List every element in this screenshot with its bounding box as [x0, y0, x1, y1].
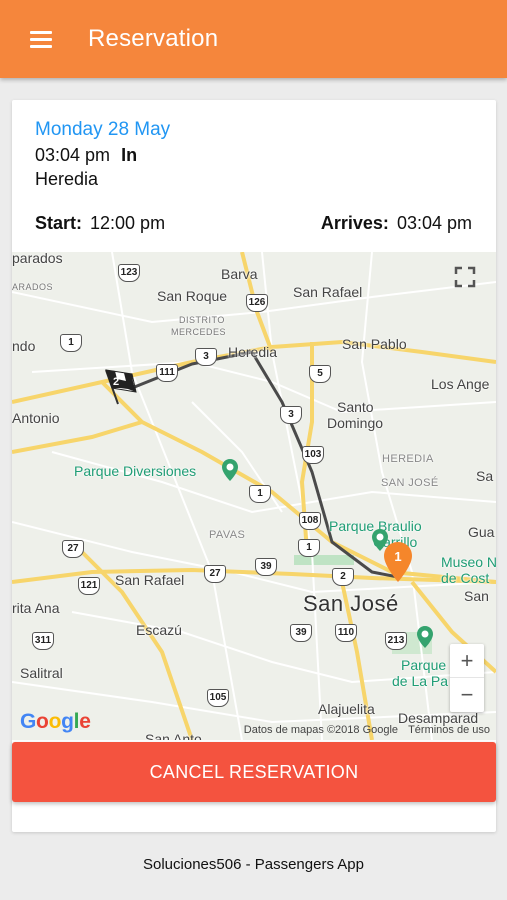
- map-label: HEREDIA: [382, 453, 434, 465]
- map-label: ndo: [12, 338, 36, 354]
- map-credits: Datos de mapas ©2018 Google Términos de u…: [234, 724, 490, 736]
- reservation-time: 03:04 pm: [35, 145, 111, 165]
- map-label: San Anto: [145, 731, 202, 740]
- marker-number: 1: [394, 549, 401, 564]
- map-label: San: [464, 588, 489, 604]
- route-shield: 3: [280, 406, 302, 424]
- arrives-label: Arrives:: [320, 213, 389, 233]
- route-shield: 126: [246, 294, 268, 312]
- route-shield: 121: [78, 577, 100, 595]
- map-label: Parque Diversiones: [74, 463, 197, 479]
- map-label: parados: [12, 252, 63, 266]
- fullscreen-icon[interactable]: [454, 266, 476, 288]
- map-label: Barva: [221, 266, 258, 282]
- route-shield: 311: [32, 632, 54, 650]
- start-label: Start:: [35, 213, 83, 233]
- map-label: Salitral: [20, 665, 63, 681]
- zoom-out-button[interactable]: −: [450, 678, 484, 712]
- map-data-credit: Datos de mapas ©2018 Google: [243, 724, 399, 736]
- route-shield: 108: [299, 512, 321, 530]
- destination-marker-icon[interactable]: 1: [383, 541, 413, 583]
- map-label: San Rafael: [293, 284, 363, 300]
- map-label: SAN JOSÉ: [381, 477, 439, 489]
- zoom-controls: + −: [450, 644, 484, 712]
- map-label: Museo N: [441, 554, 496, 570]
- reservation-date: Monday 28 May: [35, 119, 171, 140]
- page-title: Reservation: [88, 25, 219, 52]
- route-shield: 110: [335, 624, 357, 642]
- map-label: de La Pa: [392, 673, 449, 689]
- footer-text: Soluciones506 - Passengers App: [143, 856, 364, 873]
- route-shield: 39: [290, 624, 312, 642]
- map-label: Escazú: [136, 622, 182, 638]
- route-shield: 1: [249, 485, 271, 503]
- map-label: Antonio: [12, 410, 60, 426]
- route-shield: 2: [332, 568, 354, 586]
- route-shield: 1: [60, 334, 82, 352]
- route-shield: 103: [302, 446, 324, 464]
- arrival-time: 03:04 pm: [396, 213, 472, 233]
- reservation-card: Monday 28 May 03:04 pm In Heredia Start:…: [12, 100, 496, 832]
- route-shield: 123: [118, 264, 140, 282]
- reservation-place: Heredia: [35, 169, 99, 189]
- map-label: Parque: [401, 657, 447, 673]
- reservation-direction: In: [121, 145, 138, 165]
- start-time: 12:00 pm: [90, 213, 166, 233]
- map-label: MERCEDES: [171, 327, 227, 337]
- cancel-reservation-button[interactable]: CANCEL RESERVATION: [12, 742, 496, 802]
- arrival-time-row: Arrives: 03:04 pm: [321, 213, 472, 234]
- route-shield: 111: [156, 364, 178, 382]
- park-pin-icon: [222, 459, 238, 481]
- route-shield: 5: [309, 365, 331, 383]
- map-label: PAVAS: [209, 529, 246, 541]
- google-logo: Google: [20, 710, 91, 733]
- map-label: Gua: [468, 524, 495, 540]
- map-label: San Rafael: [115, 572, 185, 588]
- map-label: Santo: [337, 399, 374, 415]
- route-shield: 27: [62, 540, 84, 558]
- map-label: rita Ana: [12, 600, 60, 616]
- flag-number: 2: [113, 376, 119, 388]
- route-shield: 27: [204, 565, 226, 583]
- route-shield: 39: [255, 558, 277, 576]
- map-label: DISTRITO: [179, 315, 225, 325]
- map-label: Alajuelita: [318, 701, 375, 717]
- start-flag-icon[interactable]: 2: [98, 366, 138, 406]
- route-shield: 1: [298, 539, 320, 557]
- zoom-in-button[interactable]: +: [450, 644, 484, 678]
- map-label: Los Ange: [431, 376, 490, 392]
- start-time-row: Start: 12:00 pm: [35, 213, 165, 234]
- route-shield: 105: [207, 689, 229, 707]
- route-map[interactable]: parados ARADOS Barva San Roque San Rafae…: [12, 252, 496, 740]
- map-label: San Pablo: [342, 336, 407, 352]
- terms-link[interactable]: Términos de uso: [408, 724, 490, 736]
- park-pin-icon: [417, 626, 433, 648]
- hamburger-menu-icon[interactable]: [30, 25, 58, 53]
- map-label-san-jose: San José: [303, 591, 399, 616]
- route-shield: 213: [385, 632, 407, 650]
- reservation-time-line: 03:04 pm In: [35, 145, 137, 166]
- map-label: Heredia: [228, 344, 278, 360]
- map-label: ARADOS: [12, 282, 54, 292]
- route-shield: 3: [195, 348, 217, 366]
- map-label: de Cost: [441, 570, 490, 586]
- app-bar: Reservation: [0, 0, 507, 78]
- map-label: Domingo: [327, 415, 384, 431]
- map-label: San Roque: [157, 288, 228, 304]
- map-label: Sa: [476, 468, 494, 484]
